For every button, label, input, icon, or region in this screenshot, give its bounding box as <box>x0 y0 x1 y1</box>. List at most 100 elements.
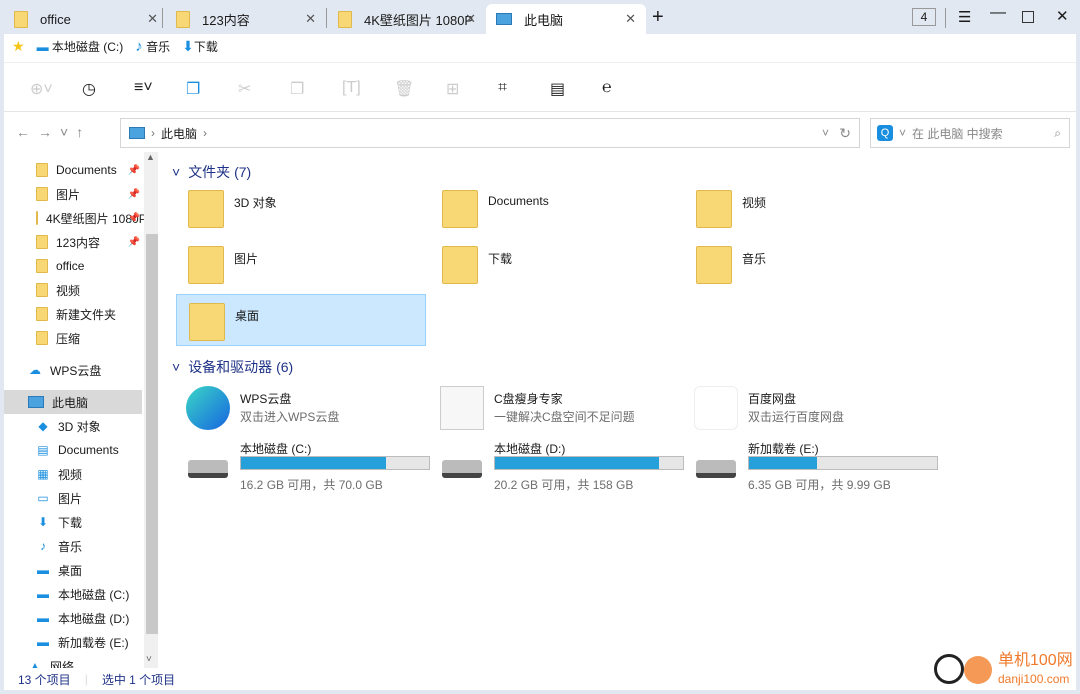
folder-icon <box>36 163 48 177</box>
search-box[interactable]: Q ˅ 在 此电脑 中搜索 ⌕ <box>870 118 1070 148</box>
scroll-up-icon[interactable]: ▲ <box>146 152 155 162</box>
menu-icon[interactable]: ☰ <box>958 8 971 26</box>
view-icon[interactable]: ≡˅ <box>134 79 153 97</box>
sidebar-item[interactable]: ▬ 本地磁盘 (D:) <box>4 606 142 630</box>
folder-item[interactable]: 视频 <box>684 182 934 234</box>
folder-item[interactable]: 图片 <box>176 238 426 290</box>
refresh-icon[interactable]: ↻ <box>839 125 851 142</box>
sidebar-item[interactable]: ▬ 新加载卷 (E:) <box>4 630 142 654</box>
folder-item[interactable]: 音乐 <box>684 238 934 290</box>
close-button[interactable]: ✕ <box>1056 7 1069 25</box>
tab-count-badge[interactable]: 4 <box>912 8 936 26</box>
hard-drive-icon <box>696 460 736 478</box>
sidebar-item[interactable]: 图片 📌 <box>4 182 142 206</box>
sidebar-item[interactable]: ♪ 音乐 <box>4 534 142 558</box>
breadcrumb-this-pc[interactable]: 此电脑 <box>161 125 197 142</box>
sidebar-item[interactable]: ▭ 图片 <box>4 486 142 510</box>
folder-item[interactable]: 3D 对象 <box>176 182 426 234</box>
app-item[interactable]: C盘瘦身专家 一键解决C盘空间不足问题 <box>436 386 686 436</box>
folder-icon <box>36 283 48 297</box>
pin-icon[interactable]: 📌 <box>128 165 140 176</box>
folder-label: 桌面 <box>235 309 260 323</box>
sidebar-item[interactable]: office <box>4 254 142 278</box>
download-icon: ⬇ <box>182 38 194 54</box>
tab-4k[interactable]: 4K壁纸图片 1080P ✕ <box>328 4 486 34</box>
sidebar-item[interactable]: ▬ 本地磁盘 (C:) <box>4 582 142 606</box>
folder-item[interactable]: Documents <box>430 182 680 234</box>
minimize-button[interactable]: — <box>990 4 1006 22</box>
favorite-music[interactable]: ♪ 音乐 <box>135 38 170 55</box>
tab-123[interactable]: 123内容 ✕ <box>166 4 326 34</box>
sidebar-item[interactable]: ▬ 桌面 <box>4 558 142 582</box>
divider <box>162 8 163 28</box>
devices-group-header[interactable]: ˅ 设备和驱动器 (6) <box>172 357 293 377</box>
new-folder-icon[interactable]: ⊞ <box>446 79 459 99</box>
pin-icon[interactable]: 📌 <box>128 189 140 200</box>
scroll-down-icon[interactable]: ˅ <box>146 654 152 665</box>
scrollbar-thumb[interactable] <box>146 234 158 634</box>
address-bar[interactable]: › 此电脑 › ˅ ↻ <box>120 118 860 148</box>
nav-buttons: ←→˅↑ <box>16 124 91 140</box>
sidebar-item[interactable]: 压缩 <box>4 326 142 350</box>
sidebar-item[interactable]: ☁ WPS云盘 <box>4 358 142 382</box>
sidebar-item-label: 新建文件夹 <box>56 307 117 322</box>
sidebar-item[interactable]: 视频 <box>4 278 142 302</box>
new-icon[interactable]: ⊕˅ <box>30 79 53 99</box>
close-tab-icon[interactable]: ✕ <box>465 11 476 27</box>
tab-office[interactable]: office ✕ <box>4 4 168 34</box>
forward-icon[interactable]: → <box>38 124 60 140</box>
copy-icon[interactable]: ❐ <box>186 79 200 99</box>
up-icon[interactable]: ↑ <box>76 124 91 140</box>
crop-icon[interactable]: ⌗ <box>498 79 507 97</box>
sidebar-item[interactable]: ⬇ 下载 <box>4 510 142 534</box>
new-tab-button[interactable]: + <box>652 6 664 29</box>
recent-dropdown-icon[interactable]: ˅ <box>60 124 76 140</box>
folder-item[interactable]: 桌面 <box>176 294 426 346</box>
sidebar-item-label: 压缩 <box>56 331 81 346</box>
drive-item[interactable]: 新加载卷 (E:) 6.35 GB 可用，共 9.99 GB <box>690 440 940 492</box>
close-tab-icon[interactable]: ✕ <box>305 11 316 27</box>
watermark-logo: 单机100网 danji100.com <box>934 652 1074 692</box>
maximize-button[interactable] <box>1022 11 1034 23</box>
favorite-downloads[interactable]: ⬇下载 <box>182 38 218 55</box>
history-icon[interactable]: ◷ <box>82 79 96 99</box>
sidebar-item[interactable]: ▤ Documents <box>4 438 142 462</box>
cut-icon[interactable]: ✂ <box>238 79 251 99</box>
sidebar-item[interactable]: 新建文件夹 <box>4 302 142 326</box>
file-icon <box>440 386 484 430</box>
folders-group-header[interactable]: ˅ 文件夹 (7) <box>172 162 251 182</box>
sidebar-item-label: Documents <box>56 163 117 177</box>
sidebar-item-label: 本地磁盘 (C:) <box>58 587 130 602</box>
search-icon[interactable]: ⌕ <box>1054 126 1061 141</box>
sidebar-item[interactable]: Documents 📌 <box>4 158 142 182</box>
sidebar-item-label: 音乐 <box>58 539 83 554</box>
desktop-icon: ▬ <box>37 563 49 577</box>
pin-icon[interactable]: 📌 <box>128 237 140 248</box>
sidebar-item[interactable]: 123内容 📌 <box>4 230 142 254</box>
drive-usage-bar <box>748 456 938 470</box>
close-tab-icon[interactable]: ✕ <box>147 11 158 27</box>
tab-this-pc[interactable]: 此电脑 ✕ <box>486 4 646 34</box>
search-engine-icon[interactable]: Q <box>877 125 893 141</box>
sidebar-item[interactable]: ▲ 网络 <box>4 654 142 668</box>
sidebar-item[interactable]: 4K壁纸图片 1080P 📌 <box>4 206 147 230</box>
sidebar-item[interactable]: ▦ 视频 <box>4 462 142 486</box>
app-item[interactable]: 百度网盘 双击运行百度网盘 <box>690 386 940 436</box>
drive-item[interactable]: 本地磁盘 (D:) 20.2 GB 可用，共 158 GB <box>436 440 686 492</box>
paste-icon[interactable]: ❐ <box>290 79 304 99</box>
app-item[interactable]: WPS云盘 双击进入WPS云盘 <box>182 386 432 436</box>
folder-item[interactable]: 下载 <box>430 238 680 290</box>
rename-icon[interactable]: [T] <box>342 79 361 97</box>
drive-item[interactable]: 本地磁盘 (C:) 16.2 GB 可用，共 70.0 GB <box>182 440 432 492</box>
address-dropdown-icon[interactable]: ˅ <box>822 126 829 140</box>
close-tab-icon[interactable]: ✕ <box>625 11 636 27</box>
favorite-c-drive[interactable]: ▬ 本地磁盘 (C:) <box>37 38 124 55</box>
sidebar-item-label: 123内容 <box>56 235 101 250</box>
sidebar-item[interactable]: ◆ 3D 对象 <box>4 414 142 438</box>
back-icon[interactable]: ← <box>16 124 38 140</box>
delete-icon[interactable]: 🗑 <box>394 79 414 99</box>
pin-icon[interactable]: 📌 <box>128 213 140 224</box>
sidebar-item[interactable]: 此电脑 <box>4 390 142 414</box>
calculator-icon[interactable]: ▤ <box>550 79 565 99</box>
browser-icon[interactable]: ℮ <box>602 79 612 97</box>
